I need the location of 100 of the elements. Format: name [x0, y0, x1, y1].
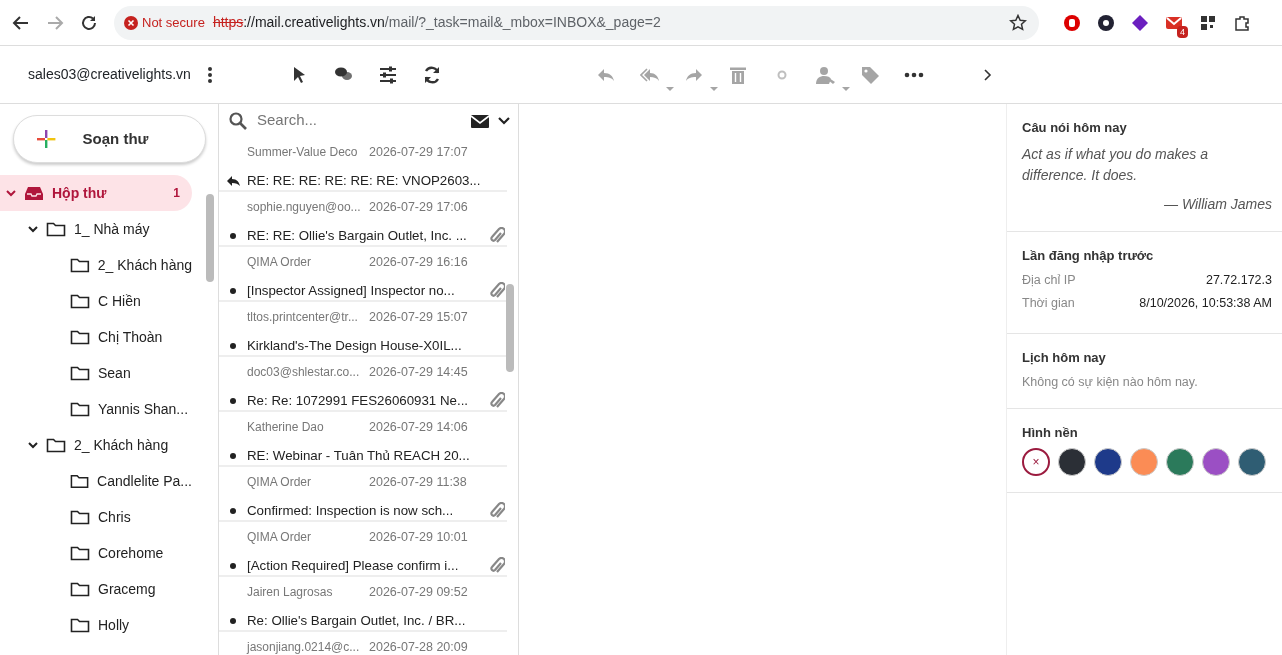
wallpaper-swatch[interactable]	[1166, 448, 1194, 477]
folder-icon	[70, 365, 90, 381]
inbox-icon	[24, 185, 44, 201]
envelope-icon[interactable]	[470, 112, 490, 129]
wallpaper-swatch[interactable]	[1202, 448, 1230, 477]
message-subject: [Action Required] Please confirm i...	[247, 557, 459, 575]
folder-item[interactable]: 2_ Khách hàng	[0, 247, 192, 283]
message-row[interactable]: Katherine Dao 2026-07-29 14:06 RE: Webinar - Tuân Thủ REACH 20...	[219, 412, 507, 467]
security-indicator[interactable]: Not secure	[124, 12, 205, 33]
address-bar[interactable]: Not secure https://mail.creativelights.vn/mail/?_task=mail&_mbox=INBOX&_page=2	[114, 5, 1039, 40]
message-subject: RE: RE: Ollie's Bargain Outlet, Inc. ...	[247, 227, 467, 245]
sliders-icon[interactable]	[378, 64, 398, 85]
wallpaper-swatch[interactable]	[1058, 448, 1086, 477]
unread-count: 1	[173, 185, 181, 202]
grid-icon[interactable]	[1199, 13, 1217, 32]
folder-item[interactable]: Candlelite Pa...	[0, 463, 192, 499]
folder-icon	[70, 329, 90, 345]
message-date: 2026-07-29 17:07	[369, 144, 468, 161]
no-wallpaper-swatch[interactable]: ×	[1022, 448, 1050, 477]
scrollbar-thumb[interactable]	[506, 284, 514, 372]
folder-icon	[70, 509, 90, 525]
message-sender: QIMA Order	[247, 475, 311, 489]
search-icon	[229, 111, 247, 130]
wallpaper-swatch[interactable]	[1094, 448, 1122, 477]
folder-item[interactable]: 1_ Nhà máy	[0, 211, 192, 247]
inbox-folder[interactable]: Hộp thư 1	[0, 175, 192, 211]
message-date: 2026-07-29 15:07	[369, 309, 468, 326]
chevron-icon[interactable]	[28, 224, 38, 234]
wallpaper-swatch[interactable]	[1238, 448, 1266, 477]
field-label: Thời gian	[1022, 294, 1075, 312]
message-row[interactable]: sophie.nguyen@oo... 2026-07-29 17:06 RE: RE: Ollie's Bargain Outlet, Inc. ...	[219, 192, 507, 247]
diamond-icon[interactable]	[1131, 13, 1149, 32]
folder-icon	[70, 257, 90, 273]
message-subject: RE: Webinar - Tuân Thủ REACH 20...	[247, 447, 470, 465]
scrollbar-thumb[interactable]	[206, 194, 214, 282]
folder-item[interactable]: 2_ Khách hàng	[0, 427, 192, 463]
message-date: 2026-07-29 16:16	[369, 254, 468, 271]
refresh-icon[interactable]	[422, 64, 442, 85]
message-row[interactable]: QIMA Order 2026-07-29 11:38 Confirmed: Inspection is now sch...	[219, 467, 507, 522]
menu-button[interactable]	[206, 65, 213, 84]
folder-icon	[70, 293, 90, 309]
field-value: 27.72.172.3	[1205, 272, 1272, 289]
folder-icon	[70, 545, 90, 561]
section-title: Hình nền	[1022, 423, 1079, 442]
message-date: 2026-07-29 14:06	[369, 419, 468, 436]
message-sender: sophie.nguyen@oo...	[247, 200, 361, 214]
message-date: 2026-07-29 17:06	[369, 199, 468, 216]
field-label: Địa chỉ IP	[1022, 272, 1076, 289]
message-row[interactable]: Summer-Value Deco 2026-07-29 17:07 RE: RE: RE: RE: RE: RE: VNOP2603...	[219, 137, 507, 192]
security-label: Not secure	[142, 13, 205, 32]
wallpaper-swatch[interactable]	[1130, 448, 1158, 477]
message-date: 2026-07-29 14:45	[369, 364, 468, 381]
message-sender: jasonjiang.0214@c...	[247, 640, 360, 654]
plus-icon	[36, 129, 56, 149]
quote-author: — William James	[1163, 194, 1272, 214]
search-field[interactable]: Search...	[255, 108, 462, 133]
message-sender: tltos.printcenter@tr...	[247, 310, 358, 324]
message-subject: Re: Ollie's Bargain Outlet, Inc. / BR...	[247, 612, 466, 630]
chevron-icon[interactable]	[28, 440, 38, 450]
folder-item[interactable]: Chris	[0, 499, 192, 535]
folder-item[interactable]: Holly	[0, 607, 192, 643]
compose-button[interactable]: Soạn thư	[13, 115, 206, 163]
puzzle-icon[interactable]	[1233, 13, 1251, 32]
message-row[interactable]: QIMA Order 2026-07-29 16:16 [Inspector Assigned] Inspector no...	[219, 247, 507, 302]
folder-icon	[70, 617, 90, 633]
folder-icon	[46, 221, 66, 237]
message-sender: Katherine Dao	[247, 420, 324, 434]
message-subject: RE: RE: RE: RE: RE: RE: VNOP2603...	[247, 172, 481, 190]
folder-icon	[70, 401, 90, 417]
folder-item[interactable]: Sean	[0, 355, 192, 391]
folder-icon	[70, 473, 90, 489]
folder-item[interactable]: Yannis Shan...	[0, 391, 192, 427]
message-date: 2026-07-29 10:01	[369, 529, 468, 546]
section-title: Lần đăng nhập trước	[1022, 246, 1155, 265]
message-sender: QIMA Order	[247, 255, 311, 269]
folder-icon	[70, 581, 90, 597]
bookmark-star-icon[interactable]	[1009, 13, 1027, 32]
chevron-down-icon[interactable]	[498, 114, 510, 127]
message-row[interactable]: QIMA Order 2026-07-29 10:01 [Action Required] Please confirm i...	[219, 522, 507, 577]
message-subject: [Inspector Assigned] Inspector no...	[247, 282, 455, 300]
message-subject: Confirmed: Inspection is now sch...	[247, 502, 454, 520]
folder-item[interactable]: C Hiền	[0, 283, 192, 319]
back-button[interactable]	[12, 13, 30, 32]
shield-icon[interactable]	[1063, 13, 1081, 32]
empty-message: Không có sự kiện nào hôm nay.	[1022, 374, 1199, 391]
message-sender: doc03@shlestar.co...	[247, 365, 360, 379]
folder-item[interactable]: Corehome	[0, 535, 192, 571]
message-row[interactable]: doc03@shlestar.co... 2026-07-29 14:45 Re: Re: 1072991 FES26060931 Ne...	[219, 357, 507, 412]
section-title: Câu nói hôm nay	[1022, 119, 1128, 137]
quote-text: Act as if what you do makes a difference. It does.	[1022, 144, 1209, 185]
reload-button[interactable]	[80, 13, 98, 32]
warning-icon	[124, 15, 138, 30]
url-text: https://mail.creativelights.vn/mail/?_task=mail&_mbox=INBOX&_page=2	[212, 13, 661, 32]
folder-item[interactable]: Chị Thoàn	[0, 319, 192, 355]
circle-icon[interactable]	[1097, 13, 1115, 32]
message-sender: Jairen Lagrosas	[247, 585, 333, 599]
folder-item[interactable]: Gracemg	[0, 571, 192, 607]
message-sender: QIMA Order	[247, 530, 311, 544]
message-row[interactable]: Jairen Lagrosas 2026-07-29 09:52 Re: Ollie's Bargain Outlet, Inc. / BR...	[219, 577, 507, 632]
folder-icon	[46, 437, 66, 453]
